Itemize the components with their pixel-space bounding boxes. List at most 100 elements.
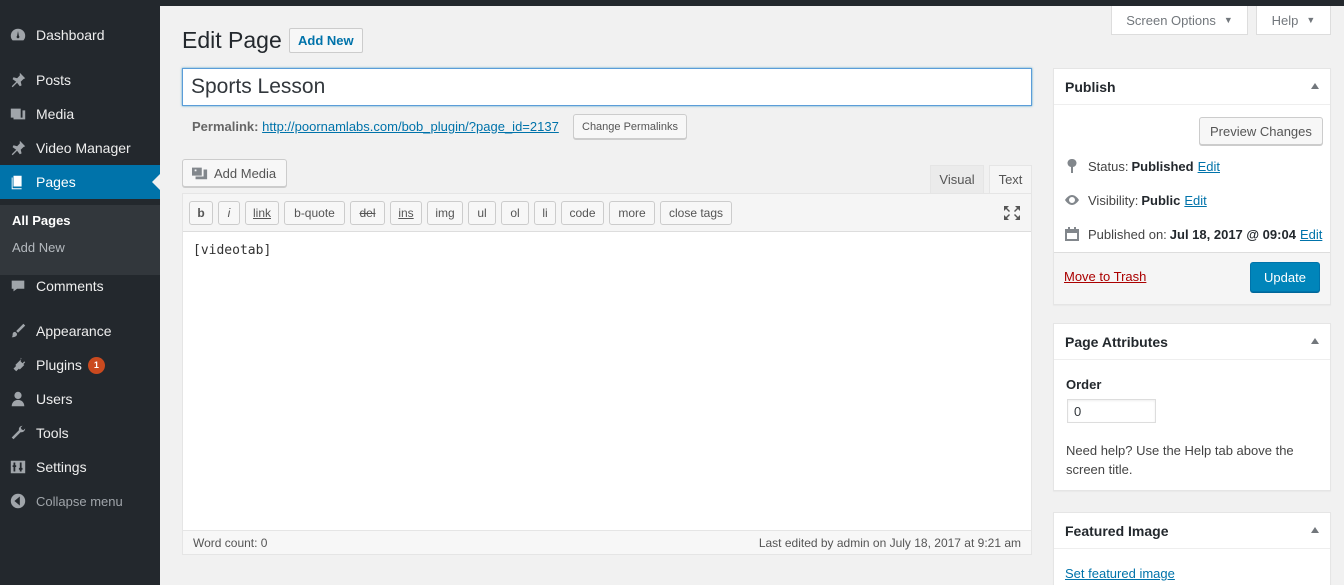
- content-textarea[interactable]: [videotab]: [193, 243, 271, 258]
- submenu-add-new[interactable]: Add New: [12, 240, 65, 255]
- sidebar-item-users[interactable]: Users: [0, 382, 160, 416]
- edit-visibility-link[interactable]: Edit: [1184, 193, 1206, 208]
- wrench-icon: [0, 424, 36, 442]
- featured-image-box: Featured Image Set featured image: [1053, 512, 1331, 585]
- visibility-row: Visibility: Public Edit: [1064, 192, 1207, 208]
- sidebar-item-dashboard[interactable]: Dashboard: [0, 18, 160, 52]
- qt-ins-button[interactable]: ins: [390, 201, 422, 225]
- user-icon: [0, 390, 36, 408]
- qt-bquote-button[interactable]: b-quote: [284, 201, 345, 225]
- change-permalinks-button[interactable]: Change Permalinks: [573, 114, 687, 139]
- help-text: Need help? Use the Help tab above the sc…: [1066, 443, 1294, 477]
- visibility-label: Visibility:: [1088, 192, 1139, 208]
- qt-italic-button[interactable]: i: [218, 201, 240, 225]
- order-label: Order: [1066, 377, 1102, 392]
- word-count: Word count: 0: [193, 536, 268, 550]
- sidebar-item-tools[interactable]: Tools: [0, 416, 160, 450]
- sidebar-item-pages[interactable]: Pages: [0, 165, 160, 199]
- qt-img-button[interactable]: img: [427, 201, 463, 225]
- caret-down-icon: ▼: [1223, 15, 1233, 25]
- fullscreen-icon[interactable]: [1003, 205, 1021, 221]
- page-title: Edit Page: [182, 27, 282, 53]
- sidebar-item-appearance[interactable]: Appearance: [0, 314, 160, 348]
- collapse-label: Collapse menu: [36, 493, 123, 509]
- update-count-badge: 1: [87, 356, 105, 374]
- tab-visual[interactable]: Visual: [930, 165, 984, 193]
- qt-ol-button[interactable]: ol: [501, 201, 529, 225]
- last-edited: Last edited by admin on July 18, 2017 at…: [758, 536, 1021, 550]
- sidebar-item-video-manager[interactable]: Video Manager: [0, 131, 160, 165]
- sidebar-item-plugins[interactable]: Plugins 1: [0, 348, 160, 382]
- pages-submenu: All Pages Add New: [0, 205, 160, 275]
- calendar-icon: [1065, 227, 1079, 241]
- dashboard-icon: [0, 26, 36, 44]
- status-label: Status:: [1088, 158, 1129, 174]
- sidebar-item-settings[interactable]: Settings: [0, 450, 160, 484]
- permalink-link[interactable]: http://poornamlabs.com/bob_plugin/?page_…: [262, 119, 559, 134]
- collapse-menu-button[interactable]: Collapse menu: [0, 484, 160, 518]
- add-media-button[interactable]: Add Media: [182, 159, 288, 187]
- caret-down-icon: ▼: [1306, 15, 1316, 25]
- screen-options-label: Screen Options: [1126, 12, 1216, 28]
- visibility-value: Public: [1141, 192, 1181, 208]
- sidebar-item-label: Video Manager: [36, 140, 131, 156]
- comment-icon: [0, 277, 36, 295]
- sidebar-item-label: Media: [36, 106, 75, 122]
- sidebar-item-label: Dashboard: [36, 27, 105, 43]
- page-attributes-title-text: Page Attributes: [1065, 333, 1168, 350]
- screen-options-button[interactable]: Screen Options ▼: [1111, 6, 1248, 35]
- qt-link-button[interactable]: link: [245, 201, 279, 225]
- qt-del-button[interactable]: del: [350, 201, 385, 225]
- featured-image-title[interactable]: Featured Image: [1054, 513, 1330, 549]
- status-row: Status: Published Edit: [1064, 158, 1220, 174]
- move-to-trash-link[interactable]: Move to Trash: [1064, 269, 1146, 284]
- toggle-arrow-icon[interactable]: [1311, 527, 1319, 533]
- qt-code-button[interactable]: code: [561, 201, 604, 225]
- brush-icon: [0, 322, 36, 340]
- set-featured-image-link[interactable]: Set featured image: [1065, 566, 1175, 581]
- order-input[interactable]: 0: [1067, 399, 1156, 423]
- settings-icon: [0, 458, 36, 476]
- help-label: Help: [1271, 12, 1299, 28]
- page-attributes-title[interactable]: Page Attributes: [1054, 324, 1330, 360]
- sidebar-item-label: Plugins: [36, 357, 82, 373]
- qt-close-tags-button[interactable]: close tags: [660, 201, 732, 225]
- qt-ul-button[interactable]: ul: [468, 201, 496, 225]
- featured-image-title-text: Featured Image: [1065, 522, 1169, 539]
- publish-box-title[interactable]: Publish: [1054, 69, 1330, 105]
- post-title-input[interactable]: Sports Lesson: [182, 68, 1032, 106]
- editor-status-bar: Word count: 0 Last edited by admin on Ju…: [183, 530, 1031, 554]
- permalink-row: Permalink: http://poornamlabs.com/bob_pl…: [192, 119, 559, 134]
- preview-changes-button[interactable]: Preview Changes: [1199, 117, 1323, 145]
- quicktags-toolbar: b i link b-quote del ins img ul ol li co…: [183, 194, 1031, 232]
- edit-date-link[interactable]: Edit: [1300, 227, 1322, 242]
- pin-icon: [1067, 158, 1077, 173]
- toggle-arrow-icon[interactable]: [1311, 338, 1319, 344]
- admin-sidebar: Dashboard Posts Media Video Manager Page…: [0, 6, 160, 585]
- help-button[interactable]: Help ▼: [1256, 6, 1331, 35]
- sidebar-item-comments[interactable]: Comments: [0, 269, 160, 303]
- plugin-icon: [0, 356, 36, 374]
- sidebar-item-posts[interactable]: Posts: [0, 63, 160, 97]
- qt-more-button[interactable]: more: [609, 201, 655, 225]
- sidebar-item-media[interactable]: Media: [0, 97, 160, 131]
- qt-li-button[interactable]: li: [534, 201, 556, 225]
- collapse-icon: [0, 492, 36, 510]
- sidebar-item-label: Pages: [36, 174, 76, 190]
- add-media-label: Add Media: [214, 165, 277, 181]
- toggle-arrow-icon[interactable]: [1311, 83, 1319, 89]
- published-on-row: Published on: Jul 18, 2017 @ 09:04 Edit: [1064, 226, 1322, 242]
- submenu-all-pages[interactable]: All Pages: [12, 213, 71, 228]
- editor-container: b i link b-quote del ins img ul ol li co…: [182, 193, 1032, 555]
- edit-status-link[interactable]: Edit: [1198, 159, 1220, 174]
- sidebar-item-label: Appearance: [36, 323, 112, 339]
- update-button[interactable]: Update: [1250, 262, 1320, 292]
- qt-bold-button[interactable]: b: [189, 201, 213, 225]
- publish-actions: Move to Trash Update: [1054, 252, 1330, 304]
- published-value: Jul 18, 2017 @ 09:04: [1169, 226, 1296, 242]
- media-icon: [0, 105, 36, 123]
- tab-text[interactable]: Text: [989, 165, 1032, 193]
- sidebar-item-label: Posts: [36, 72, 72, 88]
- publish-title-text: Publish: [1065, 78, 1116, 95]
- add-new-button[interactable]: Add New: [289, 28, 363, 53]
